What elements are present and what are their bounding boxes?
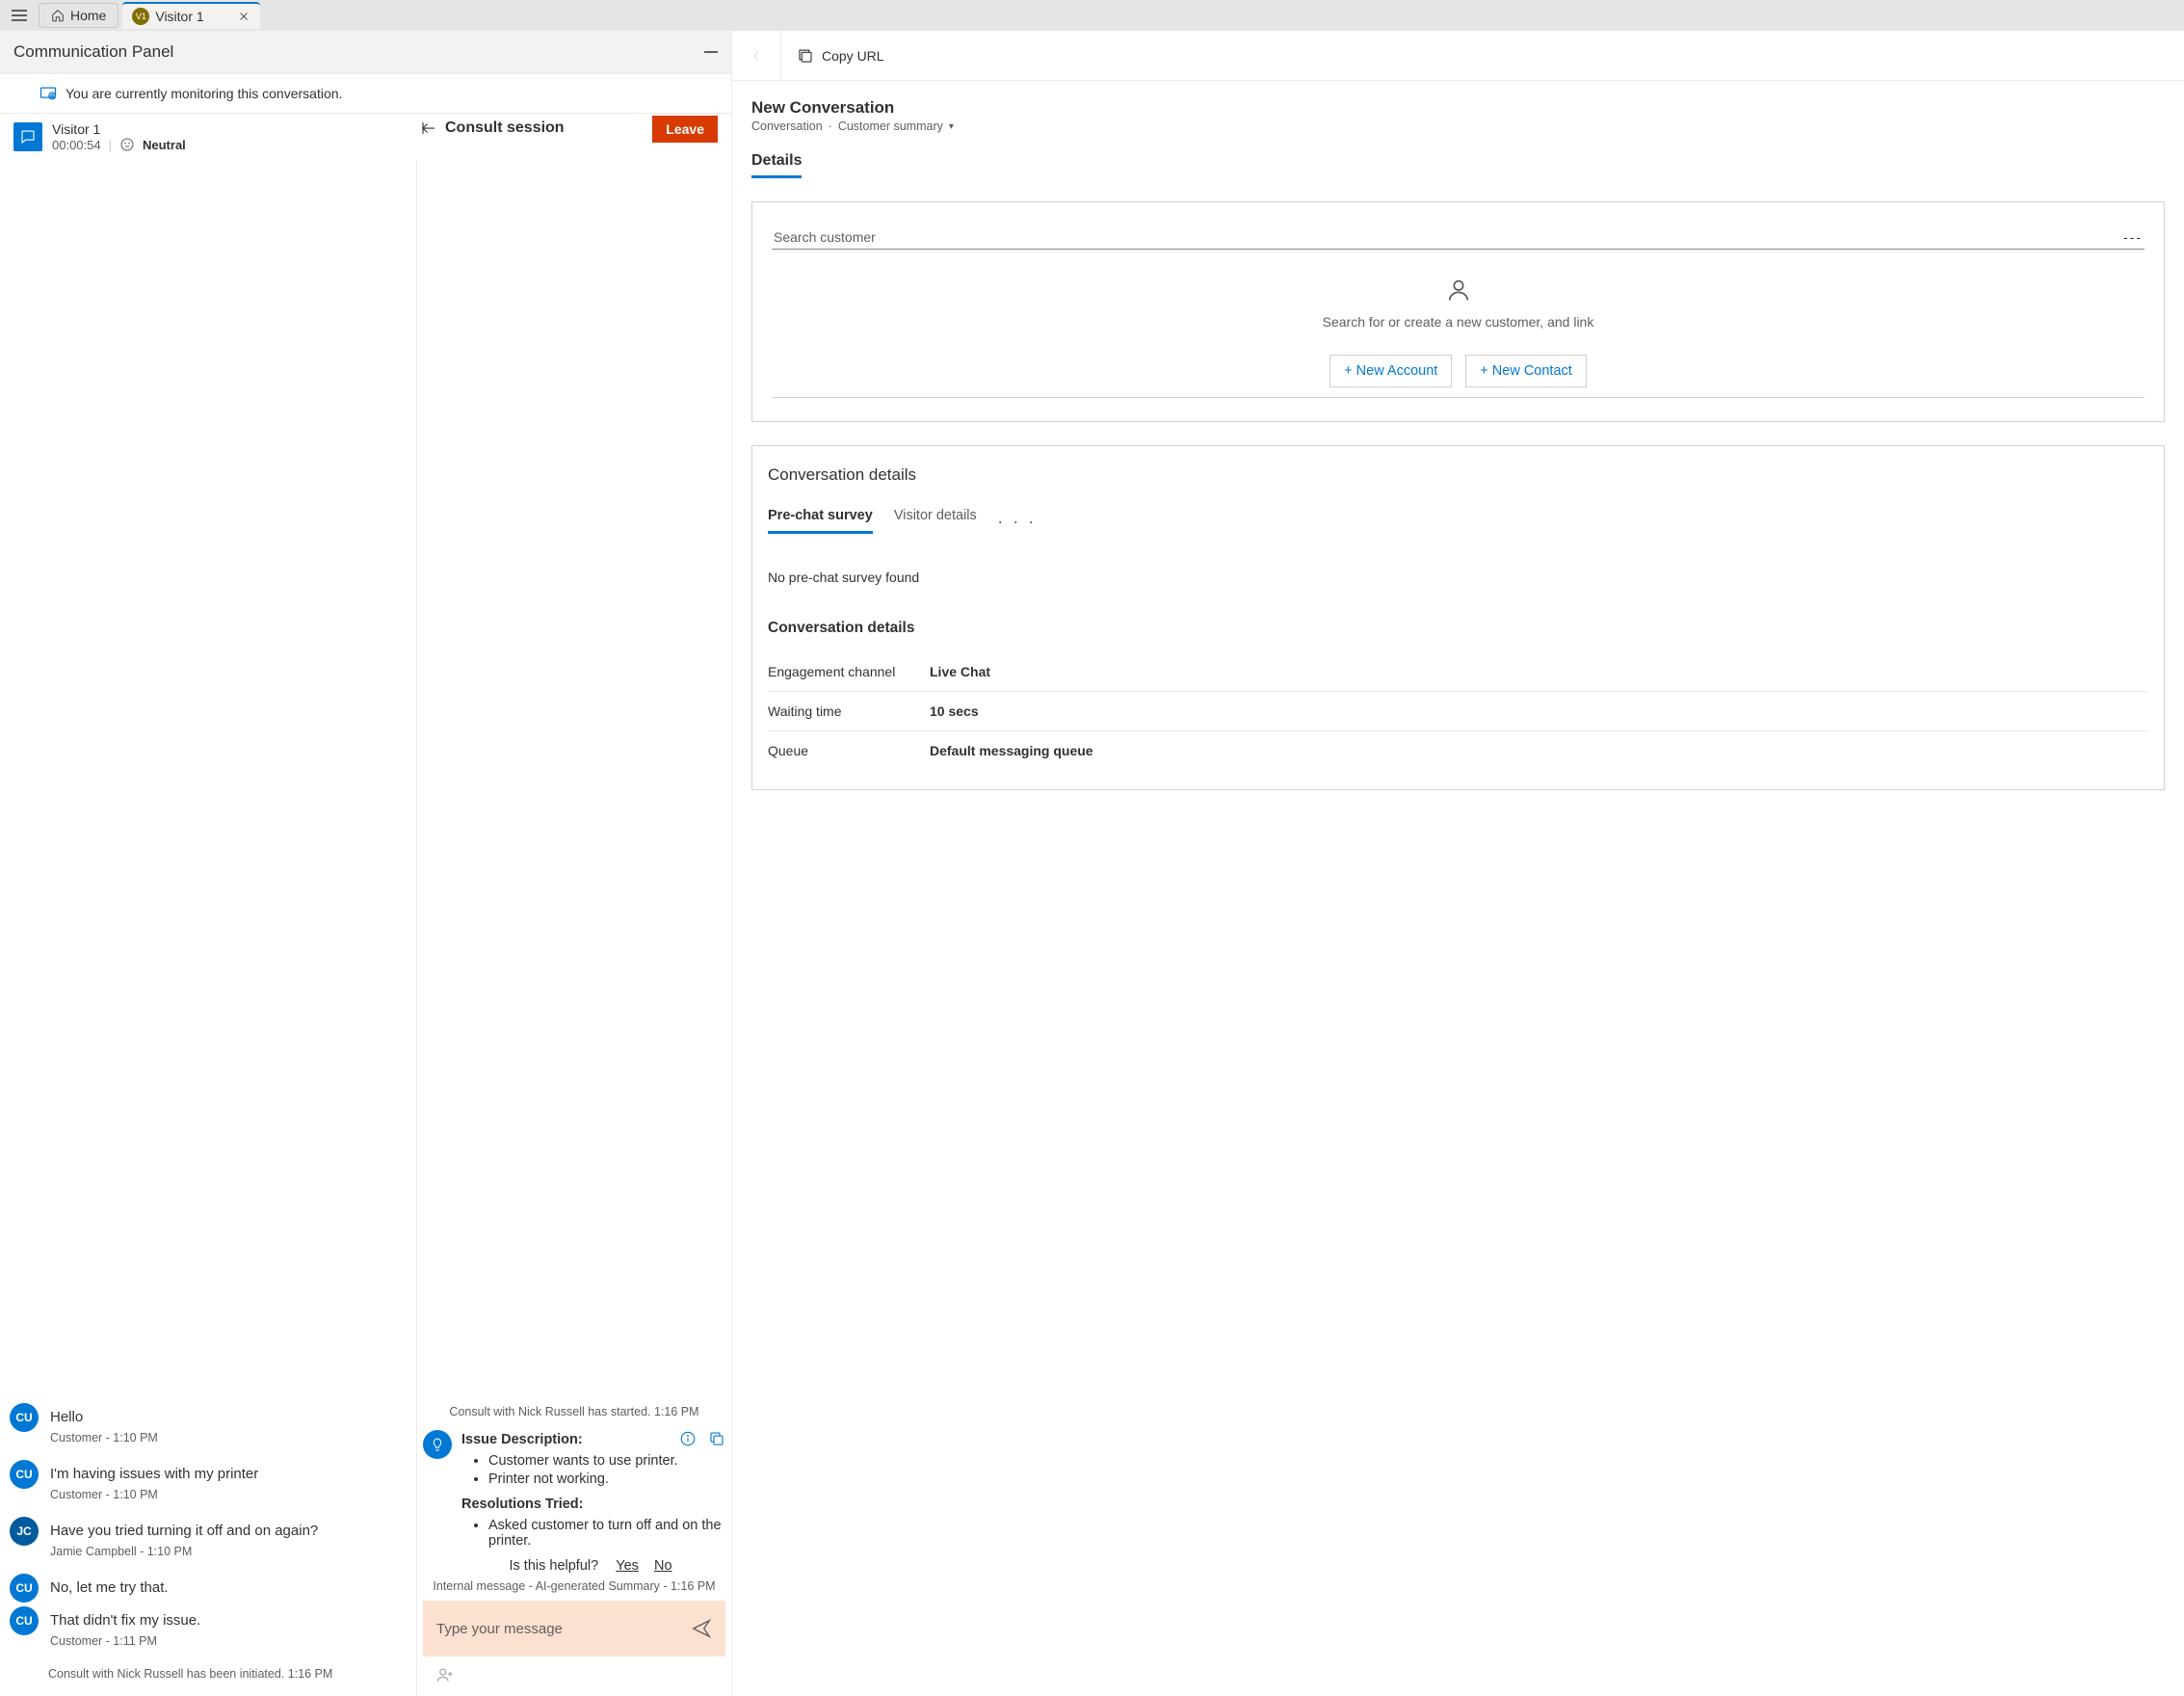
info-icon[interactable] (679, 1430, 697, 1447)
back-icon[interactable] (748, 47, 765, 65)
resolutions-heading: Resolutions Tried: (461, 1497, 725, 1512)
message-text: Hello (50, 1403, 158, 1431)
consult-started-msg: Consult with Nick Russell has started. 1… (423, 1405, 725, 1418)
chat-icon (13, 122, 42, 151)
tab-bar: Home V1 Visitor 1 (0, 0, 2184, 31)
home-icon (51, 9, 65, 22)
new-account-button[interactable]: + New Account (1329, 355, 1452, 387)
kv-value: Default messaging queue (930, 743, 1093, 758)
compose-box[interactable] (423, 1601, 725, 1656)
avatar: CU (10, 1606, 39, 1635)
message-text: That didn't fix my issue. (50, 1606, 200, 1634)
person-icon (1445, 277, 1472, 304)
tab-visitor[interactable]: V1 Visitor 1 (122, 2, 259, 29)
avatar: CU (10, 1574, 39, 1603)
session-name: Visitor 1 (52, 121, 186, 137)
feedback-yes[interactable]: Yes (616, 1558, 639, 1574)
kv-value: Live Chat (930, 664, 990, 679)
monitor-icon (39, 84, 58, 103)
hamburger-menu[interactable] (4, 2, 35, 29)
copy-url-label: Copy URL (822, 48, 884, 64)
kv-key: Queue (768, 743, 930, 758)
conversation-details-card: Conversation details Pre-chat survey Vis… (751, 445, 2165, 790)
session-item[interactable]: Visitor 1 00:00:54 | Neutral (13, 121, 186, 152)
search-customer-value: --- (2123, 229, 2143, 245)
issue-item: Printer not working. (488, 1471, 725, 1487)
record-form-name[interactable]: Customer summary (838, 119, 943, 133)
chat-message: CU That didn't fix my issue.Customer - 1:… (10, 1606, 407, 1659)
monitoring-text: You are currently monitoring this conver… (66, 86, 342, 101)
copy-url-icon (797, 47, 814, 65)
comm-panel-title: Communication Panel (13, 42, 173, 62)
session-timer: 00:00:54 (52, 138, 101, 152)
internal-meta: Internal message - AI-generated Summary … (423, 1579, 725, 1593)
record-title: New Conversation (751, 98, 2165, 118)
message-text: Have you tried turning it off and on aga… (50, 1517, 318, 1545)
new-contact-button[interactable]: + New Contact (1465, 355, 1587, 387)
kv-key: Engagement channel (768, 664, 930, 679)
lightbulb-icon (423, 1430, 452, 1459)
neutral-face-icon (119, 137, 135, 152)
kv-key: Waiting time (768, 703, 930, 719)
convo-details-subheader: Conversation details (768, 620, 2148, 637)
copy-url-button[interactable]: Copy URL (797, 47, 884, 65)
empty-customer-text: Search for or create a new customer, and… (772, 314, 2145, 330)
close-icon[interactable] (237, 10, 250, 23)
chat-message: CU I'm having issues with my printerCusto… (10, 1460, 407, 1513)
avatar: CU (10, 1403, 39, 1432)
ai-summary: Issue Description: Customer wants to use… (423, 1430, 725, 1574)
copy-icon[interactable] (708, 1430, 725, 1447)
tab-visitor-label: Visitor 1 (155, 9, 203, 24)
conversation-details-title: Conversation details (768, 465, 2148, 485)
kv-row: QueueDefault messaging queue (768, 730, 2148, 770)
kv-row: Waiting time10 secs (768, 691, 2148, 730)
message-input[interactable] (436, 1621, 691, 1637)
tab-avatar: V1 (132, 8, 149, 25)
record-entity: Conversation (751, 119, 823, 133)
chat-message: CU No, let me try that. (10, 1574, 407, 1603)
tab-prechat[interactable]: Pre-chat survey (768, 508, 873, 534)
feedback-question: Is this helpful? (509, 1558, 598, 1574)
tab-home-label: Home (70, 8, 106, 23)
message-text: No, let me try that. (50, 1574, 169, 1602)
add-people-icon[interactable] (436, 1666, 454, 1683)
tab-visitor-details[interactable]: Visitor details (894, 508, 977, 534)
consult-title: Consult session (445, 119, 565, 137)
comm-panel-header: Communication Panel (0, 31, 731, 74)
search-customer[interactable]: Search customer --- (772, 225, 2145, 250)
message-text: I'm having issues with my printer (50, 1460, 258, 1488)
send-icon[interactable] (691, 1618, 712, 1639)
chat-message: JC Have you tried turning it off and on a… (10, 1517, 407, 1570)
no-survey-text: No pre-chat survey found (768, 570, 2148, 585)
sentiment-label: Neutral (143, 138, 186, 152)
details-tab[interactable]: Details (751, 152, 802, 178)
chevron-down-icon[interactable]: ▾ (949, 121, 954, 132)
monitoring-banner: You are currently monitoring this conver… (0, 74, 731, 114)
record-topbar: Copy URL (732, 31, 2184, 81)
chat-transcript: CUHelloCustomer - 1:10 PMCUI'm having is… (0, 160, 416, 1696)
system-message: Consult with Nick Russell has been initi… (48, 1667, 407, 1681)
chat-message: CU HelloCustomer - 1:10 PM (10, 1403, 407, 1456)
avatar: CU (10, 1460, 39, 1489)
leave-button[interactable]: Leave (652, 116, 718, 143)
minimize-button[interactable] (704, 51, 718, 53)
feedback-no[interactable]: No (654, 1558, 672, 1574)
kv-value: 10 secs (930, 703, 979, 719)
search-customer-label: Search customer (774, 229, 876, 245)
tab-home[interactable]: Home (39, 3, 118, 28)
message-meta: Jamie Campbell - 1:10 PM (50, 1545, 318, 1558)
message-meta: Customer - 1:10 PM (50, 1431, 158, 1444)
issue-item: Customer wants to use printer. (488, 1453, 725, 1469)
message-meta: Customer - 1:10 PM (50, 1488, 258, 1501)
message-meta: Customer - 1:11 PM (50, 1634, 200, 1648)
customer-card: Search customer --- Search for or create… (751, 201, 2165, 422)
more-tabs[interactable]: . . . (998, 508, 1037, 534)
back-arrow-icon[interactable] (420, 119, 437, 137)
resolution-item: Asked customer to turn off and on the pr… (488, 1518, 725, 1549)
avatar: JC (10, 1517, 39, 1546)
kv-row: Engagement channelLive Chat (768, 652, 2148, 691)
